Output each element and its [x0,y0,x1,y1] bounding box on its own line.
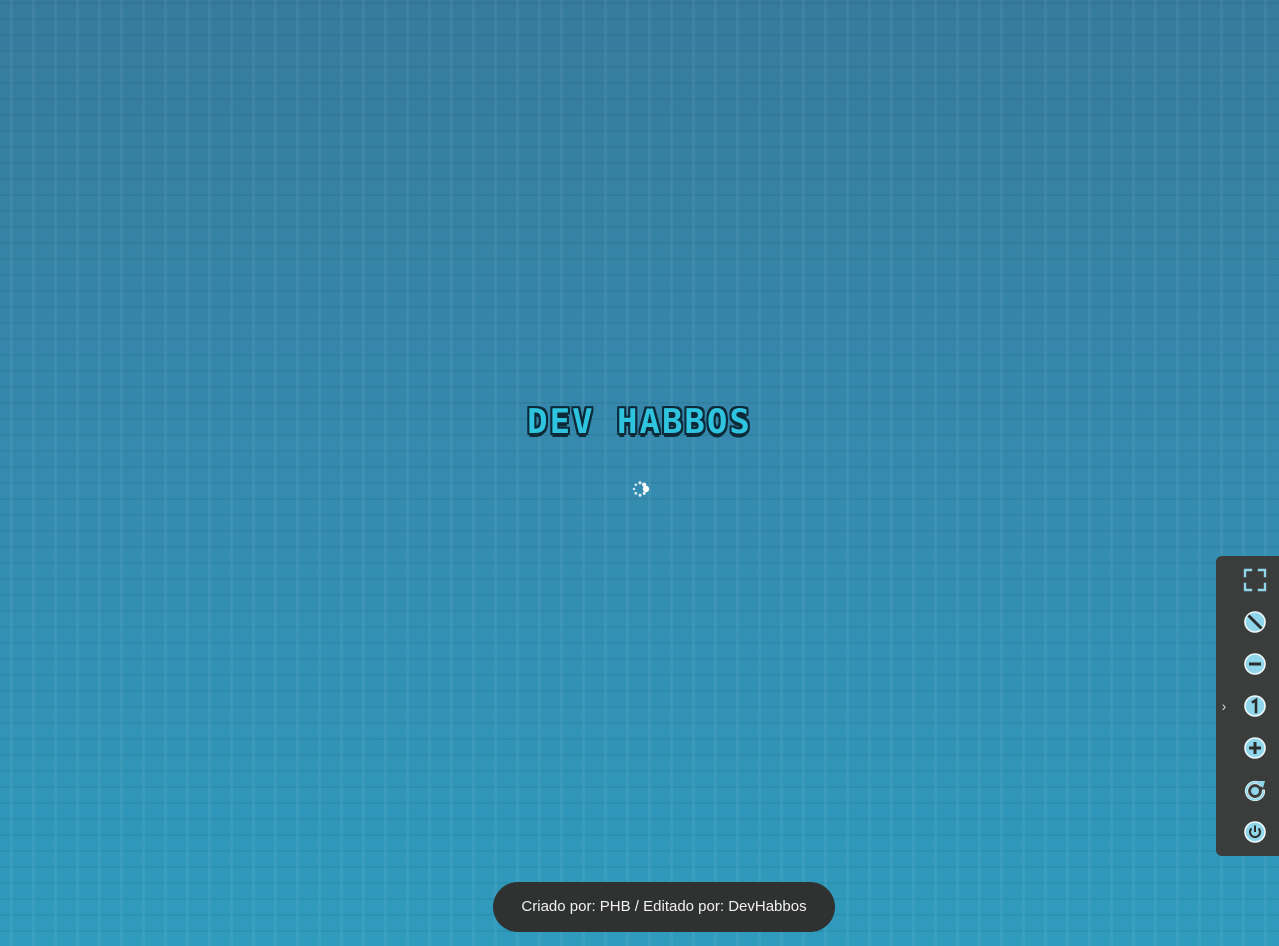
block-icon [1242,609,1268,635]
reload-icon [1242,777,1268,803]
power-button[interactable] [1242,819,1268,845]
fullscreen-icon [1242,567,1268,593]
background-pattern [0,0,1279,946]
toolbar-collapse-toggle[interactable]: › [1218,696,1230,716]
zoom-reset-icon [1242,693,1268,719]
credits-footer: Criado por: PHB / Editado por: DevHabbos [493,882,835,932]
zoom-in-icon [1242,735,1268,761]
zoom-reset-button[interactable] [1242,693,1268,719]
reload-button[interactable] [1242,777,1268,803]
dev-habbos-logo: DEV HABBOS [527,402,752,442]
loading-spinner-icon [626,475,654,503]
block-button[interactable] [1242,609,1268,635]
client-side-toolbar: › [1216,556,1279,856]
game-loading-screen: DEV HABBOS › Criado por: PHB / Editado p… [0,0,1279,946]
fullscreen-button[interactable] [1242,567,1268,593]
zoom-out-button[interactable] [1242,651,1268,677]
zoom-in-button[interactable] [1242,735,1268,761]
power-icon [1242,819,1268,845]
zoom-out-icon [1242,651,1268,677]
